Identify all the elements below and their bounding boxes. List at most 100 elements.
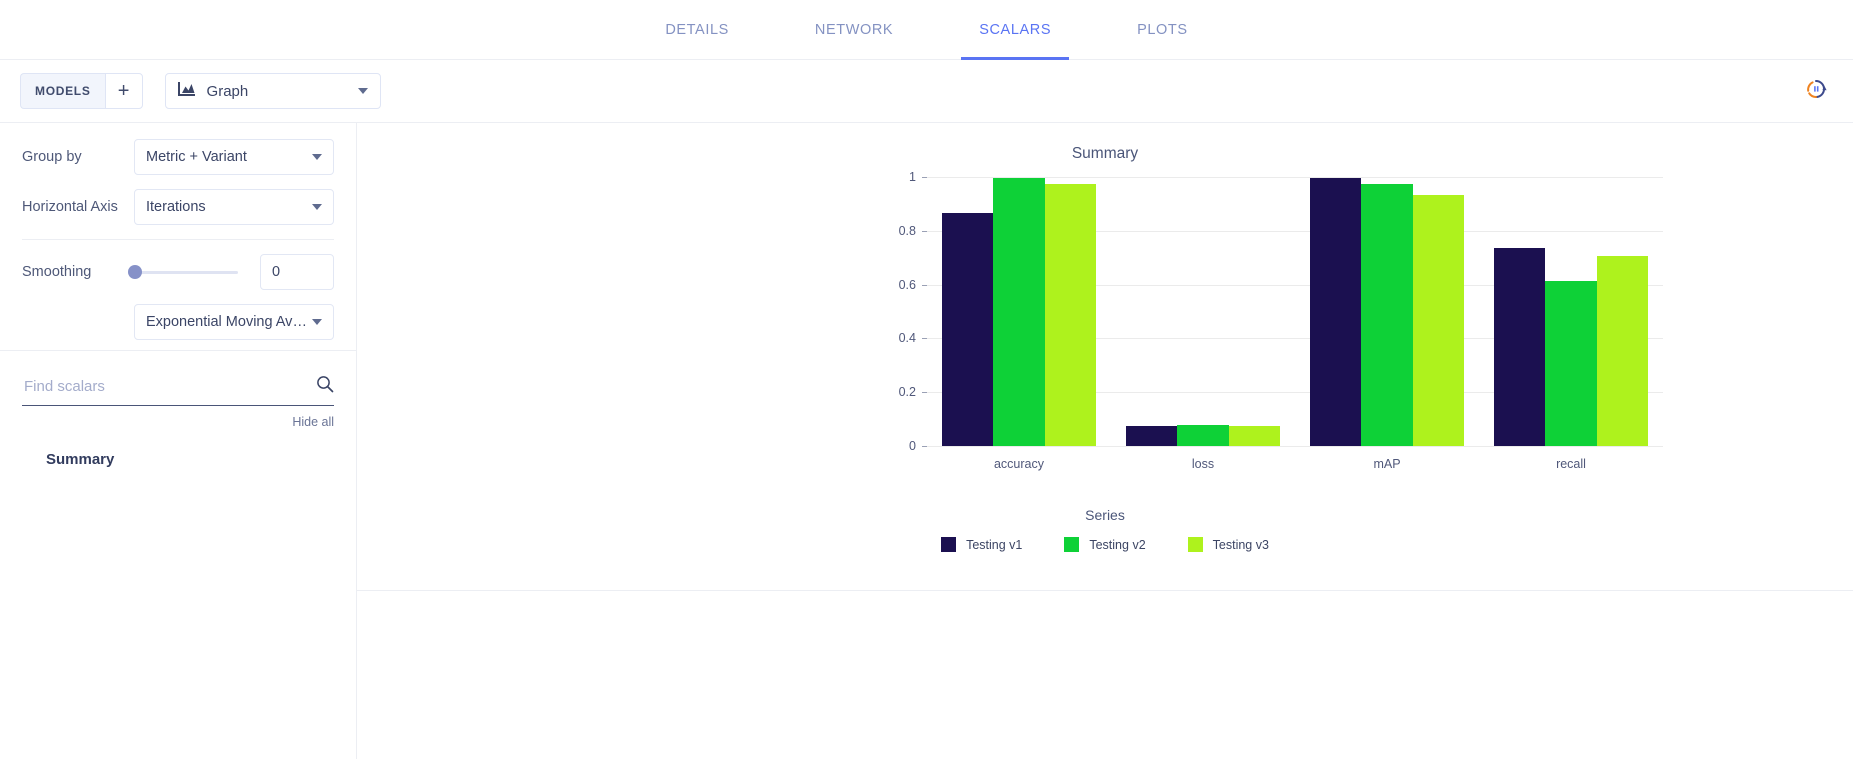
search-input[interactable] xyxy=(22,377,316,396)
auto-refresh-button[interactable] xyxy=(1801,76,1831,106)
y-axis-tick-label: 0.4 xyxy=(899,331,927,345)
hide-all-button[interactable]: Hide all xyxy=(22,415,334,429)
legend-swatch xyxy=(1064,537,1079,552)
models-button[interactable]: MODELS xyxy=(20,73,105,109)
graph-type-select[interactable]: Graph xyxy=(165,73,381,109)
bar-set xyxy=(942,177,1097,446)
bar[interactable] xyxy=(1494,248,1546,446)
smoothing-slider-thumb[interactable] xyxy=(128,265,142,279)
summary-chart-card: Summary 00.20.40.60.81 accuracylossmAPre… xyxy=(357,123,1853,591)
bar[interactable] xyxy=(1126,426,1178,446)
smoothing-row: Smoothing 0 xyxy=(22,254,334,290)
chevron-down-icon xyxy=(312,154,322,160)
bar-group: loss xyxy=(1111,177,1295,446)
bar[interactable] xyxy=(1229,426,1281,446)
metric-list-item-summary[interactable]: Summary xyxy=(22,451,334,468)
add-model-button[interactable]: + xyxy=(105,73,143,109)
models-button-group: MODELS + xyxy=(20,73,143,109)
tab-network-label: NETWORK xyxy=(815,22,893,38)
chart-toolbar: MODELS + Graph xyxy=(0,60,1853,123)
bar-set xyxy=(1310,177,1465,446)
charts-panel: Summary 00.20.40.60.81 accuracylossmAPre… xyxy=(357,123,1853,759)
bar-set xyxy=(1126,177,1281,446)
y-axis-tick-label: 0.8 xyxy=(899,224,927,238)
bar-group: accuracy xyxy=(927,177,1111,446)
legend-label: Testing v2 xyxy=(1089,538,1145,552)
smoothing-algorithm-value: Exponential Moving Ave... xyxy=(146,314,312,330)
smoothing-algorithm-select[interactable]: Exponential Moving Ave... xyxy=(134,304,334,340)
x-axis-title: Series xyxy=(357,507,1853,523)
bar[interactable] xyxy=(1597,256,1649,446)
search-icon[interactable] xyxy=(316,375,334,398)
group-by-label: Group by xyxy=(22,149,134,165)
y-axis-tick-label: 0 xyxy=(909,439,927,453)
bar-group: recall xyxy=(1479,177,1663,446)
tab-details-label: DETAILS xyxy=(665,22,729,38)
chevron-down-icon xyxy=(312,319,322,325)
auto-refresh-icon xyxy=(1804,77,1828,106)
x-axis-tick-label: loss xyxy=(1192,457,1214,471)
tab-plots[interactable]: PLOTS xyxy=(1119,0,1206,59)
bar[interactable] xyxy=(1545,281,1597,446)
plus-icon: + xyxy=(118,81,130,101)
graph-type-label: Graph xyxy=(207,83,358,100)
bar[interactable] xyxy=(1177,425,1229,446)
y-axis-tick-label: 0.6 xyxy=(899,278,927,292)
horizontal-axis-label: Horizontal Axis xyxy=(22,199,134,215)
bar[interactable] xyxy=(1361,184,1413,446)
bar-set xyxy=(1494,177,1649,446)
bar-groups: accuracylossmAPrecall xyxy=(927,177,1663,446)
bar[interactable] xyxy=(1045,184,1097,446)
y-axis-tick-label: 0.2 xyxy=(899,385,927,399)
horizontal-axis-select[interactable]: Iterations xyxy=(134,189,334,225)
tab-network[interactable]: NETWORK xyxy=(797,0,911,59)
x-axis-tick-label: accuracy xyxy=(994,457,1044,471)
legend-item[interactable]: Testing v1 xyxy=(941,537,1022,552)
group-by-value: Metric + Variant xyxy=(146,149,312,165)
horizontal-axis-row: Horizontal Axis Iterations xyxy=(22,189,334,225)
settings-divider xyxy=(22,239,334,240)
gridline xyxy=(927,446,1663,447)
legend-swatch xyxy=(941,537,956,552)
legend-item[interactable]: Testing v2 xyxy=(1064,537,1145,552)
metric-label: Summary xyxy=(46,451,114,468)
smoothing-label: Smoothing xyxy=(22,264,134,280)
bar[interactable] xyxy=(942,213,994,446)
hide-all-label: Hide all xyxy=(292,415,334,429)
x-axis-tick-label: recall xyxy=(1556,457,1586,471)
bar-chart-plot: 00.20.40.60.81 accuracylossmAPrecall xyxy=(357,177,1853,447)
bar[interactable] xyxy=(993,178,1045,446)
bar-group: mAP xyxy=(1295,177,1479,446)
tab-scalars[interactable]: SCALARS xyxy=(961,0,1069,59)
y-axis-tick-label: 1 xyxy=(909,170,927,184)
legend-label: Testing v3 xyxy=(1213,538,1269,552)
settings-sidebar: Group by Metric + Variant Horizontal Axi… xyxy=(0,123,357,759)
group-by-row: Group by Metric + Variant xyxy=(22,139,334,175)
scalar-search-block: Hide all Summary xyxy=(0,350,356,468)
chart-settings-block: Group by Metric + Variant Horizontal Axi… xyxy=(0,123,356,350)
smoothing-algorithm-row: Exponential Moving Ave... xyxy=(134,304,334,340)
chart-legend: Testing v1 Testing v2 Testing v3 xyxy=(357,537,1853,552)
plot-area: 00.20.40.60.81 accuracylossmAPrecall xyxy=(927,177,1663,447)
smoothing-slider[interactable] xyxy=(134,271,260,274)
legend-item[interactable]: Testing v3 xyxy=(1188,537,1269,552)
chart-title: Summary xyxy=(357,145,1853,163)
x-axis-tick-label: mAP xyxy=(1373,457,1400,471)
legend-swatch xyxy=(1188,537,1203,552)
group-by-select[interactable]: Metric + Variant xyxy=(134,139,334,175)
legend-label: Testing v1 xyxy=(966,538,1022,552)
main-tab-bar: DETAILS NETWORK SCALARS PLOTS xyxy=(0,0,1853,60)
smoothing-input[interactable]: 0 xyxy=(260,254,334,290)
horizontal-axis-value: Iterations xyxy=(146,199,312,215)
chart-icon xyxy=(178,82,195,100)
tab-details[interactable]: DETAILS xyxy=(647,0,747,59)
tab-plots-label: PLOTS xyxy=(1137,22,1188,38)
smoothing-slider-track[interactable] xyxy=(134,271,238,274)
smoothing-value: 0 xyxy=(272,264,280,280)
search-row xyxy=(22,375,334,406)
bar[interactable] xyxy=(1310,178,1362,446)
chevron-down-icon xyxy=(358,88,368,94)
bar[interactable] xyxy=(1413,195,1465,447)
chevron-down-icon xyxy=(312,204,322,210)
tab-scalars-label: SCALARS xyxy=(979,22,1051,38)
